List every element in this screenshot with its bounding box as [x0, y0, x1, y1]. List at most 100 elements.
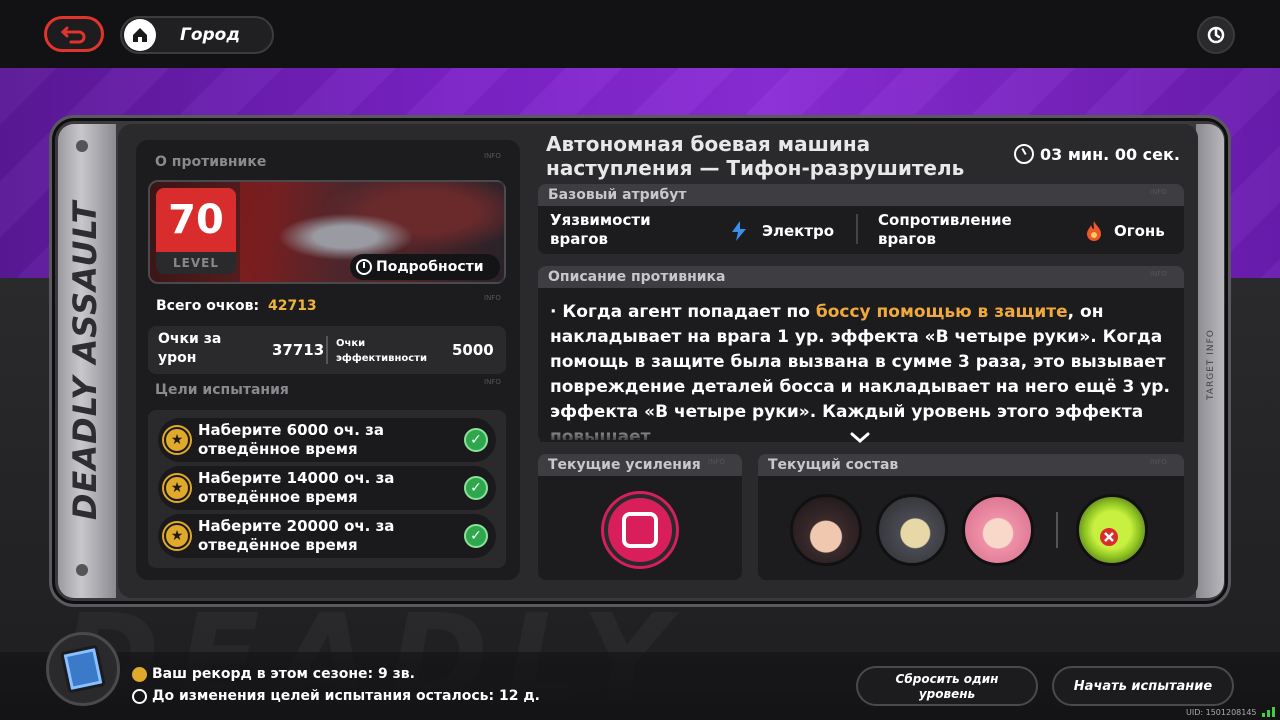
goal-text: Наберите 20000 оч. за отведённое время — [198, 517, 394, 555]
reset-countdown: До изменения целей испытания осталось: 1… — [132, 688, 540, 704]
reset-level-button[interactable]: Сбросить один уровень — [856, 666, 1038, 706]
tablet-icon — [60, 644, 106, 694]
signal-icon — [1262, 707, 1275, 717]
reset-level-label: уровень — [918, 687, 976, 701]
damage-score-label: Очки за урон — [158, 331, 222, 366]
chevron-down-icon[interactable] — [850, 432, 870, 444]
goal-text-line: Наберите 6000 оч. за — [198, 421, 384, 439]
description-header: Описание противника — [538, 266, 1184, 288]
info-icon — [356, 259, 372, 275]
total-label: Всего очков: — [156, 298, 260, 314]
goals-title: Цели испытания — [155, 382, 289, 398]
deadly-assault-logo: DEADLY ASSAULT — [66, 200, 104, 520]
attribute-header-label: Базовый атрибут — [548, 187, 687, 203]
weakness-value: Электро — [728, 220, 834, 242]
team-header-label: Текущий состав — [768, 457, 899, 473]
weakness-label-line: Уязвимости — [550, 211, 651, 229]
goal-text-line: Наберите 20000 оч. за — [198, 517, 395, 535]
goal-text: Наберите 6000 оч. за отведённое время — [198, 421, 384, 459]
season-record: Ваш рекорд в этом сезоне: 9 зв. — [132, 666, 415, 682]
weakness-label-line: врагов — [550, 230, 608, 248]
fist-buff-icon[interactable] — [604, 494, 676, 566]
clock-icon — [1014, 144, 1034, 164]
boss-title: Автономная боевая машина наступления — Т… — [546, 132, 986, 180]
divider — [326, 336, 328, 364]
efficiency-score-label: Очки эффективности — [336, 338, 427, 364]
goal-item: ★ Наберите 6000 оч. за отведённое время … — [158, 418, 496, 462]
enemy-info-title: О противнике — [155, 154, 267, 170]
details-label: Подробности — [376, 259, 484, 275]
total-value: 42713 — [267, 298, 317, 314]
fire-icon — [1087, 221, 1101, 241]
check-icon: ✓ — [464, 476, 488, 500]
goal-text-line: отведённое время — [198, 536, 358, 554]
device-button[interactable] — [46, 632, 120, 706]
agent-avatar[interactable] — [876, 494, 948, 566]
divider — [1056, 512, 1058, 548]
return-arrow-icon — [61, 26, 86, 44]
star-icon: ★ — [164, 475, 190, 501]
city-label: Город — [180, 25, 241, 45]
exit-button[interactable] — [1197, 16, 1235, 54]
bangboo-avatar[interactable] — [1076, 494, 1148, 566]
agent-avatar[interactable] — [790, 494, 862, 566]
close-icon — [1100, 528, 1118, 546]
description-text-part: · Когда агент попадает по — [550, 302, 816, 322]
star-icon: ★ — [164, 523, 190, 549]
resist-value-text: Огонь — [1114, 222, 1165, 240]
info-tag: INFO — [484, 378, 501, 386]
boss-title-line: Автономная боевая машина — [546, 132, 871, 156]
details-button[interactable]: Подробности — [350, 254, 500, 280]
check-icon: ✓ — [464, 428, 488, 452]
level-label: LEVEL — [173, 256, 219, 270]
target-info-label: TARGET INFO — [1206, 329, 1216, 400]
back-button[interactable] — [44, 16, 104, 52]
home-icon — [124, 19, 156, 51]
goal-item: ★ Наберите 14000 оч. за отведённое время… — [158, 466, 496, 510]
reset-level-label: Сбросить один — [895, 672, 999, 686]
info-tag: INFO — [484, 152, 501, 160]
screw-icon — [76, 140, 88, 152]
star-icon — [132, 666, 147, 682]
check-icon: ✓ — [464, 524, 488, 548]
info-tag: INFO — [1150, 270, 1167, 278]
description-header-label: Описание противника — [548, 269, 726, 285]
screw-icon — [76, 564, 88, 576]
goal-item: ★ Наберите 20000 оч. за отведённое время… — [158, 514, 496, 558]
team-header: Текущий состав — [758, 454, 1184, 476]
goal-text-line: Наберите 14000 оч. за — [198, 469, 395, 487]
season-record-text: Ваш рекорд в этом сезоне: 9 зв. — [152, 666, 415, 682]
power-icon — [1207, 26, 1225, 44]
fist-icon — [622, 512, 658, 548]
level-number: 70 — [156, 188, 236, 252]
goal-text: Наберите 14000 оч. за отведённое время — [198, 469, 394, 507]
resist-label-line: Сопротивление — [878, 211, 1012, 229]
total-score: Всего очков: 42713 — [156, 298, 317, 314]
city-button[interactable]: Город — [120, 16, 274, 54]
timer-value: 03 мин. 00 сек. — [1040, 144, 1180, 164]
buffs-header-label: Текущие усиления — [548, 457, 701, 473]
info-tag: INFO — [708, 458, 725, 466]
info-tag: INFO — [1150, 188, 1167, 196]
resist-label: Сопротивление врагов — [878, 211, 1012, 249]
star-icon: ★ — [164, 427, 190, 453]
clock-icon — [132, 688, 147, 704]
uid-label: UID: 1501208145 — [1186, 708, 1257, 717]
battle-timer: 03 мин. 00 сек. — [1014, 144, 1180, 164]
damage-score-value: 37713 — [272, 341, 325, 359]
resist-value: Огонь — [1084, 220, 1165, 242]
info-tag: INFO — [1150, 458, 1167, 466]
boss-title-line: наступления — Тифон-разрушитель — [546, 156, 965, 180]
agent-avatar[interactable] — [962, 494, 1034, 566]
info-tag: INFO — [484, 294, 501, 302]
resist-label-line: врагов — [878, 230, 936, 248]
attribute-header: Базовый атрибут — [538, 184, 1184, 206]
weakness-value-text: Электро — [762, 222, 835, 240]
description-text: · Когда агент попадает по боссу помощью … — [550, 300, 1172, 440]
start-challenge-label: Начать испытание — [1073, 678, 1213, 694]
description-highlight: боссу помощью в защите — [815, 302, 1068, 322]
goal-text-line: отведённое время — [198, 488, 358, 506]
reset-countdown-text: До изменения целей испытания осталось: 1… — [152, 688, 540, 704]
start-challenge-button[interactable]: Начать испытание — [1052, 666, 1234, 706]
divider — [856, 214, 858, 244]
